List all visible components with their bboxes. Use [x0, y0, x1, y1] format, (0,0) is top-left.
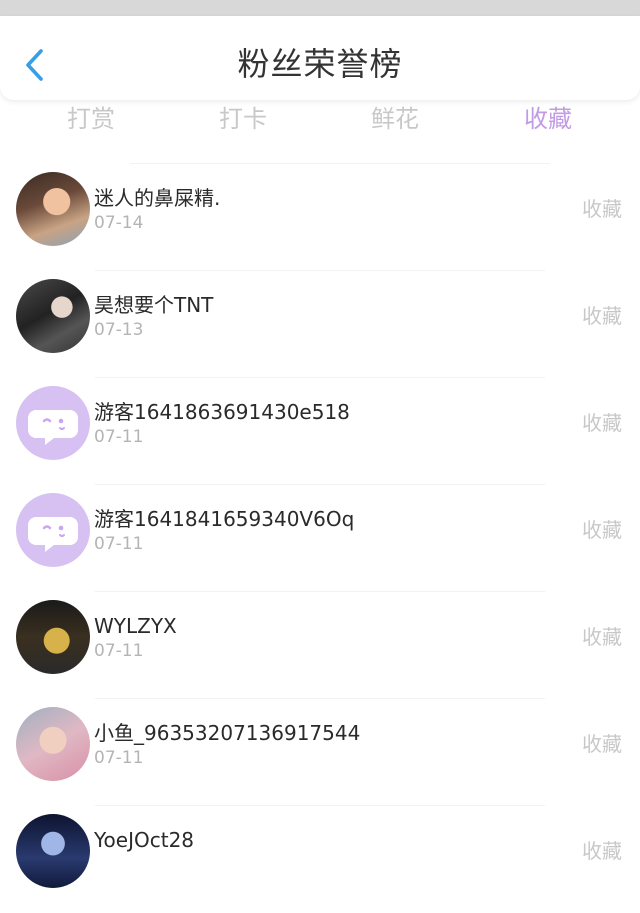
status-bar: [0, 0, 640, 16]
action-label: 收藏: [582, 411, 622, 435]
user-name: WYLZYX: [94, 614, 177, 638]
tab-favorites[interactable]: 收藏: [478, 102, 618, 136]
guest-chat-icon: [28, 410, 78, 445]
action-label: 收藏: [582, 625, 622, 649]
action-label: 收藏: [582, 518, 622, 542]
date: 07-11: [94, 641, 144, 661]
user-name: 迷人的鼻屎精.: [94, 186, 221, 210]
list-item[interactable]: 迷人的鼻屎精. 07-14 收藏: [0, 164, 640, 271]
action-label: 收藏: [582, 197, 622, 221]
list-item[interactable]: 小鱼_96353207136917544 07-11 收藏: [0, 699, 640, 806]
date: 07-14: [94, 213, 144, 233]
action-label: 收藏: [582, 304, 622, 328]
page-title: 粉丝荣誉榜: [237, 45, 403, 83]
avatar[interactable]: [16, 600, 90, 674]
avatar[interactable]: [16, 493, 90, 567]
date: 07-11: [94, 748, 144, 768]
avatar[interactable]: [16, 814, 90, 888]
date: 07-11: [94, 427, 144, 447]
avatar[interactable]: [16, 279, 90, 353]
list-item[interactable]: 游客1641841659340V6Oq 07-11 收藏: [0, 485, 640, 592]
avatar[interactable]: [16, 707, 90, 781]
list-item[interactable]: 游客1641863691430e518 07-11 收藏: [0, 378, 640, 485]
user-name: 小鱼_96353207136917544: [94, 721, 361, 745]
header: 粉丝荣誉榜: [0, 16, 640, 100]
user-name: 游客1641841659340V6Oq: [94, 507, 355, 531]
guest-chat-icon: [28, 517, 78, 552]
avatar[interactable]: [16, 172, 90, 246]
tab-checkin[interactable]: 打卡: [173, 102, 313, 136]
list-item[interactable]: WYLZYX 07-11 收藏: [0, 592, 640, 699]
fan-list: 迷人的鼻屎精. 07-14 收藏 昊想要个TNT 07-13 收藏 游客1641…: [0, 164, 640, 913]
tab-bar: 打赏 打卡 鲜花 收藏: [0, 100, 640, 140]
action-label: 收藏: [582, 732, 622, 756]
list-item[interactable]: 昊想要个TNT 07-13 收藏: [0, 271, 640, 378]
action-label: 收藏: [582, 839, 622, 863]
tab-flowers[interactable]: 鲜花: [325, 102, 465, 136]
tab-reward[interactable]: 打赏: [21, 102, 161, 136]
date: 07-13: [94, 320, 144, 340]
user-name: 游客1641863691430e518: [94, 400, 350, 424]
list-item[interactable]: YoeJOct28 收藏: [0, 806, 640, 913]
user-name: 昊想要个TNT: [94, 293, 214, 317]
date: 07-11: [94, 534, 144, 554]
avatar[interactable]: [16, 386, 90, 460]
user-name: YoeJOct28: [94, 828, 195, 852]
